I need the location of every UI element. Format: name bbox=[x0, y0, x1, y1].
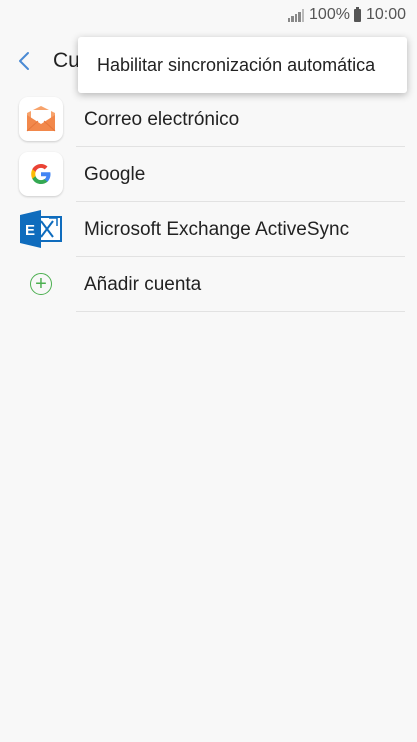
page-title: Cu bbox=[53, 49, 80, 72]
accounts-list: Correo electrónico Google E Microsoft Ex… bbox=[0, 92, 417, 312]
plus-circle-icon: + bbox=[19, 262, 63, 306]
menu-item-label: Habilitar sincronización automática bbox=[97, 54, 376, 75]
list-item-label: Google bbox=[84, 164, 146, 185]
list-item-label: Correo electrónico bbox=[84, 109, 240, 130]
email-envelope-icon bbox=[19, 97, 63, 141]
clock: 10:00 bbox=[365, 6, 406, 23]
list-item-email[interactable]: Correo electrónico bbox=[0, 92, 417, 147]
divider bbox=[76, 311, 405, 312]
add-account-button[interactable]: + Añadir cuenta bbox=[0, 257, 417, 312]
battery-icon bbox=[353, 6, 361, 22]
signal-icon bbox=[287, 8, 305, 22]
menu-item-enable-auto-sync[interactable]: Habilitar sincronización automática bbox=[78, 37, 407, 93]
status-bar: 100% 10:00 bbox=[0, 0, 417, 30]
google-logo-icon bbox=[19, 152, 63, 196]
chevron-left-icon[interactable] bbox=[15, 51, 35, 71]
list-item-label: Añadir cuenta bbox=[84, 274, 202, 295]
list-item-exchange[interactable]: E Microsoft Exchange ActiveSync bbox=[0, 202, 417, 257]
list-item-google[interactable]: Google bbox=[0, 147, 417, 202]
exchange-logo-icon: E bbox=[19, 207, 63, 251]
list-item-label: Microsoft Exchange ActiveSync bbox=[84, 219, 350, 240]
battery-percentage: 100% bbox=[309, 6, 350, 23]
svg-text:E: E bbox=[25, 222, 35, 239]
